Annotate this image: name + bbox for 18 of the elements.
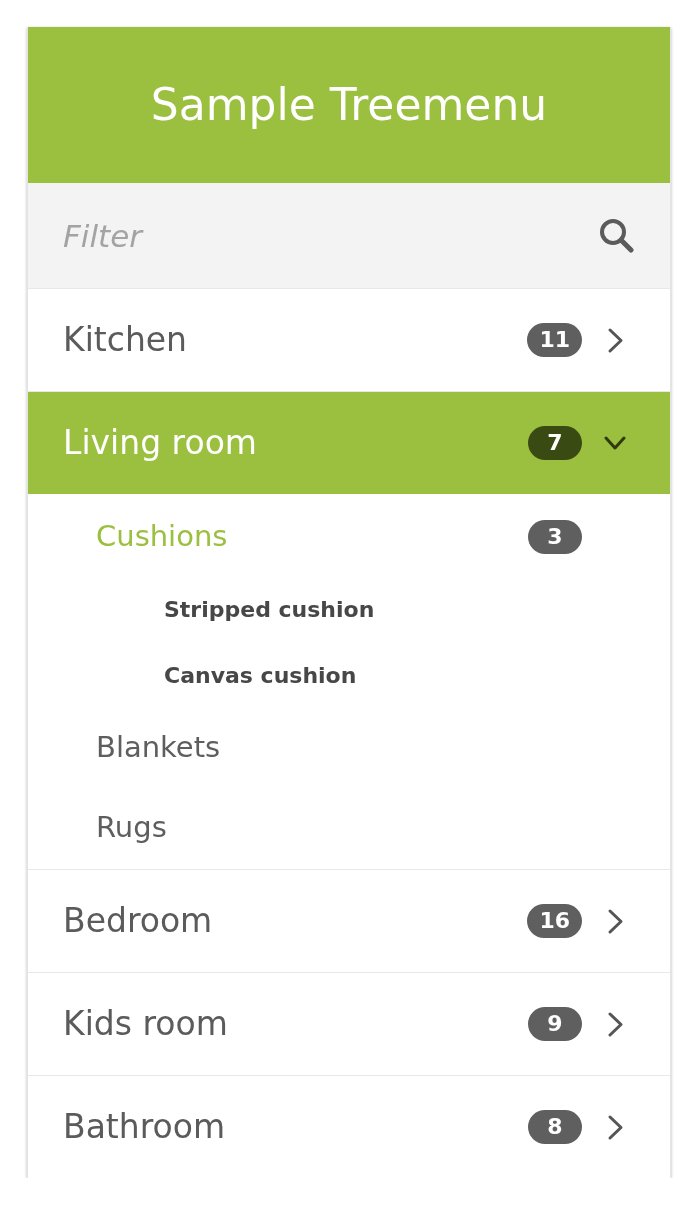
submenu-item[interactable]: Stripped cushion xyxy=(28,576,670,642)
search-icon xyxy=(598,217,634,253)
menu-item[interactable]: Bathroom 8 xyxy=(28,1075,670,1178)
menu-item[interactable]: Bedroom 16 xyxy=(28,869,670,972)
count-badge: 11 xyxy=(527,323,582,357)
count-badge: 9 xyxy=(528,1007,582,1041)
count-badge: 3 xyxy=(528,520,582,554)
count-badge: 8 xyxy=(528,1110,582,1144)
submenu-item[interactable]: Cushions 3 xyxy=(28,498,670,576)
menu-item[interactable]: Kids room 9 xyxy=(28,972,670,1075)
menu-item[interactable]: Living room 7 xyxy=(28,391,670,494)
menu-title: Sample Treemenu xyxy=(150,80,548,130)
submenu-item[interactable]: Canvas cushion xyxy=(28,642,670,708)
count-badge: 7 xyxy=(528,426,582,460)
filter-field[interactable]: Filter xyxy=(28,183,670,288)
submenu-item[interactable]: Rugs xyxy=(28,788,670,868)
count-badge: 16 xyxy=(527,904,582,938)
submenu-item[interactable]: Blankets xyxy=(28,708,670,788)
